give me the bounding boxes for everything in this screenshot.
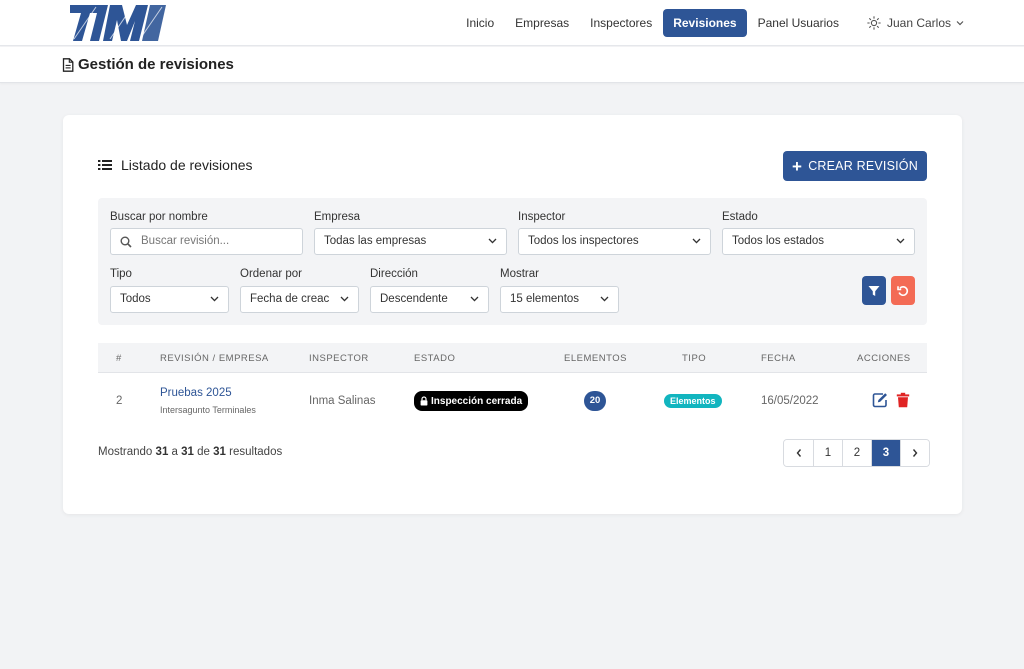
direccion-select-value: Descendente — [380, 293, 448, 305]
orden-select[interactable]: Fecha de creac — [240, 286, 359, 313]
row-date: 16/05/2022 — [761, 395, 819, 407]
results-total: 31 — [213, 446, 226, 458]
estado-select-value: Todos los estados — [732, 235, 825, 247]
prev-page-button[interactable] — [784, 440, 813, 466]
col-estado: Estado — [414, 353, 456, 364]
inspector-select[interactable]: Todos los inspectores — [518, 228, 711, 255]
user-menu[interactable]: Juan Carlos — [867, 16, 964, 30]
tipo-select[interactable]: Todos — [110, 286, 229, 313]
chevron-down-icon — [692, 238, 701, 244]
results-a: a — [171, 446, 178, 458]
document-icon — [62, 57, 74, 72]
chevron-left-icon — [796, 449, 801, 457]
filters-panel: Buscar por nombre Buscar revisión... Emp… — [98, 198, 927, 325]
table-header: # Revisión / Empresa Inspector Estado El… — [98, 343, 927, 373]
card-title-text: Listado de revisiones — [121, 157, 253, 173]
orden-select-value: Fecha de creac — [250, 293, 330, 305]
results-from: 31 — [155, 446, 169, 458]
filter-icon — [868, 285, 880, 296]
estado-select[interactable]: Todos los estados — [722, 228, 915, 255]
chevron-down-icon — [470, 296, 479, 302]
col-inspector: Inspector — [309, 353, 369, 364]
reset-icon — [897, 285, 909, 296]
results-to: 31 — [181, 446, 194, 458]
top-navbar: Inicio Empresas Inspectores Revisiones P… — [0, 0, 1024, 46]
empresa-label: Empresa — [314, 211, 361, 223]
search-input[interactable]: Buscar revisión... — [110, 228, 303, 255]
lock-icon — [420, 396, 428, 406]
page-3-button[interactable]: 3 — [871, 440, 900, 466]
table-row: 2 Pruebas 2025 Intersagunto Terminales I… — [98, 374, 927, 428]
search-icon — [120, 236, 132, 248]
chevron-down-icon — [600, 296, 609, 302]
search-placeholder: Buscar revisión... — [141, 235, 230, 247]
chevron-down-icon — [956, 21, 964, 26]
itm-logo[interactable] — [70, 3, 166, 41]
col-elementos: Elementos — [564, 353, 627, 364]
revisions-card: Listado de revisiones + CREAR REVISIÓN B… — [63, 115, 962, 514]
type-badge: Elementos — [664, 394, 722, 408]
pagination: 1 2 3 — [783, 439, 930, 467]
col-acciones: Acciones — [857, 353, 911, 364]
status-badge-label: Inspección cerrada — [431, 395, 523, 407]
estado-label: Estado — [722, 211, 758, 223]
results-prefix: Mostrando — [98, 446, 153, 458]
next-page-button[interactable] — [900, 440, 929, 466]
chevron-right-icon — [912, 449, 918, 457]
inspector-select-value: Todos los inspectores — [528, 235, 639, 247]
mostrar-select-value: 15 elementos — [510, 293, 580, 305]
page-title-text: Gestión de revisiones — [78, 56, 234, 73]
empresa-select-value: Todas las empresas — [324, 235, 427, 247]
nav-revisiones[interactable]: Revisiones — [663, 9, 747, 37]
direccion-select[interactable]: Descendente — [370, 286, 489, 313]
direccion-label: Dirección — [370, 268, 418, 280]
row-inspector: Inma Salinas — [309, 395, 376, 407]
col-revision-empresa: Revisión / Empresa — [160, 353, 269, 364]
row-number: 2 — [116, 395, 123, 407]
tipo-select-value: Todos — [120, 293, 151, 305]
col-tipo: Tipo — [682, 353, 707, 364]
col-number: # — [116, 353, 122, 364]
orden-label: Ordenar por — [240, 268, 303, 280]
create-revision-label: CREAR REVISIÓN — [808, 159, 918, 173]
status-badge: Inspección cerrada — [414, 391, 529, 411]
page-header: Gestión de revisiones — [0, 47, 1024, 83]
card-title: Listado de revisiones — [98, 157, 253, 173]
revision-name-link[interactable]: Pruebas 2025 — [160, 387, 232, 399]
user-name[interactable]: Juan Carlos — [887, 16, 951, 30]
plus-icon: + — [792, 156, 803, 176]
nav-inicio[interactable]: Inicio — [456, 9, 504, 37]
nav-inspectores[interactable]: Inspectores — [580, 9, 662, 37]
page-1-button[interactable]: 1 — [813, 440, 842, 466]
chevron-down-icon — [488, 238, 497, 244]
results-summary: Mostrando 31 a 31 de 31 resultados — [98, 446, 282, 458]
revision-company: Intersagunto Terminales — [160, 405, 256, 415]
page-title: Gestión de revisiones — [62, 56, 234, 73]
chevron-down-icon — [340, 296, 349, 302]
results-de: de — [197, 446, 210, 458]
edit-icon[interactable] — [872, 392, 888, 408]
search-label: Buscar por nombre — [110, 211, 208, 223]
page-2-button[interactable]: 2 — [842, 440, 871, 466]
col-fecha: Fecha — [761, 353, 796, 364]
mostrar-label: Mostrar — [500, 268, 539, 280]
reset-filters-button[interactable] — [891, 276, 915, 305]
tipo-label: Tipo — [110, 268, 132, 280]
empresa-select[interactable]: Todas las empresas — [314, 228, 507, 255]
apply-filter-button[interactable] — [862, 276, 886, 305]
list-icon — [98, 160, 112, 170]
trash-icon[interactable] — [895, 392, 911, 408]
nav-empresas[interactable]: Empresas — [505, 9, 579, 37]
results-suffix: resultados — [229, 446, 283, 458]
inspector-label: Inspector — [518, 211, 566, 223]
elements-count-badge: 20 — [584, 391, 606, 411]
nav-panel-usuarios[interactable]: Panel Usuarios — [748, 9, 849, 37]
sun-icon[interactable] — [867, 16, 881, 30]
create-revision-button[interactable]: + CREAR REVISIÓN — [783, 151, 927, 181]
mostrar-select[interactable]: 15 elementos — [500, 286, 619, 313]
chevron-down-icon — [210, 296, 219, 302]
chevron-down-icon — [896, 238, 905, 244]
